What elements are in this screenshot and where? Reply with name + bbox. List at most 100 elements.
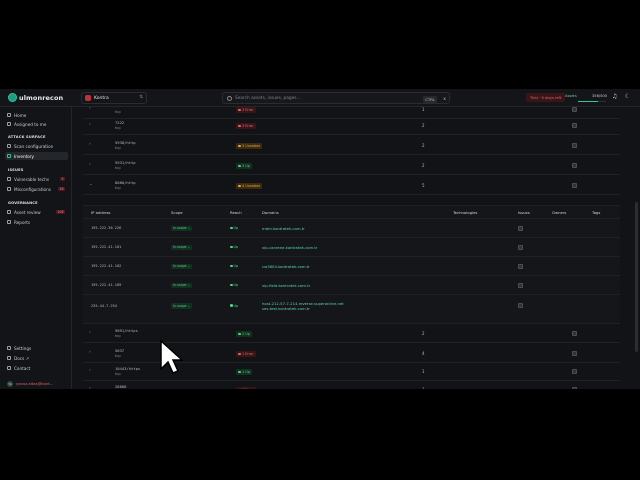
- col-domains[interactable]: Domains: [262, 210, 279, 215]
- sidebar-item-reports[interactable]: Reports: [5, 218, 68, 226]
- col-reach[interactable]: Reach: [230, 210, 242, 215]
- sidebar-item-label: Misconfigurations: [14, 186, 51, 192]
- domain-link[interactable]: vip-canrene.kontratek.com.tr: [262, 245, 317, 251]
- col-scope[interactable]: Scope: [171, 210, 183, 215]
- col-owners[interactable]: Owners: [552, 210, 566, 215]
- issues-indicator-icon[interactable]: [572, 387, 577, 389]
- bell-icon[interactable]: ♫: [612, 93, 617, 100]
- chevron-right-icon[interactable]: ›: [89, 162, 91, 167]
- bug-icon: [7, 177, 11, 181]
- moon-icon[interactable]: ☾: [625, 93, 630, 100]
- project-selector[interactable]: Kontra ⇅: [81, 92, 147, 104]
- issues-indicator-icon[interactable]: [518, 244, 523, 250]
- issues-indicator-icon[interactable]: [572, 163, 577, 168]
- chevron-right-icon[interactable]: ›: [89, 368, 91, 373]
- section-attack-surface: ATTACK SURFACE: [8, 135, 46, 139]
- issues-indicator-icon[interactable]: [572, 143, 577, 148]
- ip-count: 2: [422, 163, 425, 168]
- ip-row[interactable]: 195.222.41.109 In-scope ⌄ Up vip-field.kont…: [83, 275, 620, 294]
- domain-link[interactable]: ses-test.kontratek.com.tr: [262, 306, 344, 312]
- col-issues[interactable]: Issues: [518, 210, 530, 215]
- ip-count: 2: [422, 123, 425, 128]
- issues-indicator-icon[interactable]: [572, 369, 577, 374]
- subtable-header: IP address Scope Reach Domains Technolog…: [83, 209, 620, 217]
- issues-indicator-icon[interactable]: [572, 351, 577, 356]
- trial-badge[interactable]: Trial · 9 days left: [526, 93, 566, 102]
- gear-icon: [7, 346, 11, 350]
- scope-dropdown[interactable]: In-scope ⌄: [171, 244, 193, 250]
- table-row[interactable]: › 7222 tcp 3 Error 2: [83, 117, 620, 135]
- sidebar-item-label: Reports: [14, 219, 31, 225]
- chevron-right-icon[interactable]: ›: [89, 142, 91, 147]
- sidebar-item-docs[interactable]: Docs ↗: [5, 354, 68, 362]
- sidebar-item-assigned[interactable]: Assigned to me: [5, 120, 68, 128]
- ip-address[interactable]: 235.44.7.254: [91, 304, 117, 308]
- sidebar-item-misconfigurations[interactable]: Misconfigurations 16: [5, 185, 68, 193]
- sidebar-item-label: Scan configuration: [14, 143, 54, 149]
- ip-address[interactable]: 195.222.36.226: [91, 226, 121, 230]
- issues-indicator-icon[interactable]: [572, 107, 577, 112]
- table-row[interactable]: › 5931/http tcp 3 Up 2: [83, 157, 620, 175]
- issues-indicator-icon[interactable]: [518, 263, 523, 269]
- status-dot-icon: [230, 264, 233, 268]
- sidebar-item-asset-review[interactable]: Asset review 108: [5, 208, 68, 216]
- logo[interactable]: ulmonrecon: [8, 93, 63, 102]
- reach-badge: 3 Up: [236, 163, 252, 169]
- logo-text: ulmonrecon: [19, 93, 64, 102]
- sidebar-item-vulnerable-techs[interactable]: Vulnerable techs 5: [5, 175, 68, 183]
- chevron-right-icon[interactable]: ›: [89, 386, 91, 389]
- col-tags[interactable]: Tags: [592, 210, 600, 215]
- chevron-right-icon[interactable]: ›: [89, 122, 91, 127]
- mail-icon: [7, 366, 11, 370]
- scope-dropdown[interactable]: In-scope ⌄: [171, 263, 193, 269]
- table-row[interactable]: ›28080tcp1 Error1: [83, 381, 620, 389]
- ip-count: 4: [422, 351, 425, 356]
- issues-indicator-icon[interactable]: [572, 123, 577, 128]
- issues-indicator-icon[interactable]: [572, 331, 577, 336]
- scope-dropdown[interactable]: In-scope ⌄: [171, 282, 193, 288]
- ip-count: 2: [422, 143, 425, 148]
- scrollbar[interactable]: [635, 202, 638, 352]
- ip-row[interactable]: 195.222.41.101 In-scope ⌄ Up vip-canrene.ko…: [83, 237, 620, 256]
- ip-row[interactable]: 235.44.7.254 In-scope ⌄ Up host-212-57-7-21…: [83, 294, 620, 316]
- ip-address[interactable]: 195.222.41.101: [91, 245, 121, 249]
- scope-dropdown[interactable]: In-scope ⌄: [171, 225, 193, 231]
- docs-icon: [7, 356, 11, 360]
- top-bar: ulmonrecon Kontra ⇅ Search assets, issue…: [0, 89, 640, 107]
- ip-row[interactable]: 195.222.41.102 In-scope ⌄ Up cw3604.kontrat…: [83, 256, 620, 275]
- issues-indicator-icon[interactable]: [518, 303, 523, 308]
- sidebar-item-scan-configuration[interactable]: Scan configuration: [5, 142, 68, 150]
- chevron-right-icon[interactable]: ›: [89, 350, 91, 355]
- chevron-down-icon[interactable]: ⌄: [89, 182, 93, 187]
- sidebar-item-home[interactable]: Home: [5, 111, 68, 119]
- section-issues: ISSUES: [8, 168, 24, 172]
- sidebar-item-settings[interactable]: Settings: [5, 344, 68, 352]
- domain-link[interactable]: vip-field.kontratek.com.tr: [262, 283, 310, 289]
- issues-indicator-icon[interactable]: [518, 282, 523, 288]
- chevron-right-icon[interactable]: ›: [89, 107, 91, 111]
- scope-dropdown[interactable]: In-scope ⌄: [171, 303, 193, 309]
- sidebar-item-inventory[interactable]: Inventory: [5, 152, 68, 160]
- table-row[interactable]: › 5938/http tcp 3 Unstable 2: [83, 137, 620, 155]
- ip-address[interactable]: 195.222.41.102: [91, 264, 121, 268]
- sidebar-item-contact[interactable]: Contact: [5, 364, 68, 372]
- user-menu[interactable]: YA yavuz.altas@kont...: [5, 379, 68, 388]
- chevron-right-icon[interactable]: ›: [89, 330, 91, 335]
- table-row[interactable]: ⌄ 8080/http tcp 4 Unstable 5: [83, 177, 620, 195]
- ip-address[interactable]: 195.222.41.109: [91, 283, 121, 287]
- logo-icon: [8, 93, 17, 102]
- reach-label: 1 Error: [242, 352, 254, 356]
- reach-label: 3 Error: [242, 108, 254, 112]
- domain-link[interactable]: cw3604.kontratek.com.tr: [262, 264, 310, 270]
- col-technologies[interactable]: Technologies: [453, 210, 477, 215]
- issues-indicator-icon[interactable]: [572, 183, 577, 188]
- domain-link[interactable]: mdm.kontratek.com.tr: [262, 226, 305, 232]
- port-number: 9091/https: [115, 328, 138, 333]
- col-ip[interactable]: IP address: [91, 210, 111, 215]
- issues-indicator-icon[interactable]: [518, 225, 523, 231]
- ip-row[interactable]: 195.222.36.226 In-scope ⌄ Up mdm.kontratek.…: [83, 218, 620, 237]
- search-bar[interactable]: Search assets, issues, pages... CTRL K: [222, 92, 450, 104]
- reach-label: Up: [233, 245, 239, 249]
- domain-list: vip-field.kontratek.com.tr: [262, 283, 310, 289]
- ip-subtable: IP address Scope Reach Domains Technolog…: [83, 205, 620, 324]
